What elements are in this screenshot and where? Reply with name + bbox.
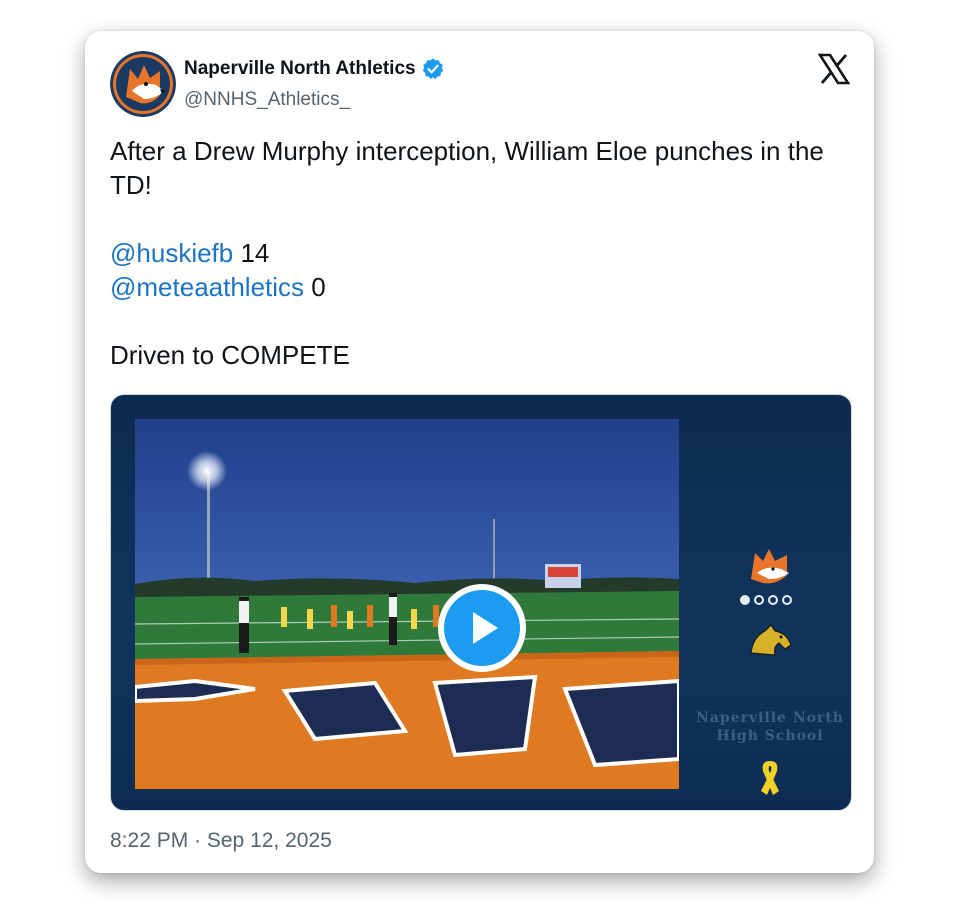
tweet-text: After a Drew Murphy interception, Willia…: [110, 134, 855, 372]
play-button[interactable]: [438, 584, 526, 672]
author-handle[interactable]: @NNHS_Athletics_: [184, 89, 350, 111]
dot-icon: [768, 595, 778, 605]
video-media[interactable]: Naperville North High School: [110, 394, 852, 811]
carousel-dots: [740, 595, 792, 605]
dot-icon: [740, 595, 750, 605]
video-frame[interactable]: [135, 419, 679, 789]
dot-icon: [754, 595, 764, 605]
author-name-row: Naperville North Athletics: [184, 57, 445, 81]
overlay-text-line: High School: [716, 728, 824, 744]
tweet-timestamp[interactable]: 8:22 PM · Sep 12, 2025: [110, 829, 332, 853]
football-field-image: [135, 419, 679, 789]
mention-link[interactable]: @meteaathletics: [110, 272, 304, 302]
avatar[interactable]: [110, 51, 176, 117]
score-value: 14: [233, 238, 270, 268]
tweet-card: Naperville North Athletics @NNHS_Athleti…: [85, 31, 874, 873]
tweet-closing: Driven to COMPETE: [110, 340, 350, 370]
dot-icon: [782, 595, 792, 605]
husky-logo-icon: [751, 549, 789, 584]
x-logo-icon[interactable]: [818, 53, 850, 85]
husky-mascot-icon: [110, 51, 176, 117]
verified-badge-icon: [422, 58, 443, 80]
tweet-line: After a Drew Murphy interception, Willia…: [110, 136, 824, 200]
display-name[interactable]: Naperville North Athletics: [184, 58, 416, 80]
score-value: 0: [304, 272, 326, 302]
overlay-text-line: Naperville North: [696, 710, 844, 726]
score-line-2: @meteaathletics 0: [110, 270, 855, 304]
overlay-school-text: Naperville North High School: [685, 709, 851, 745]
yellow-ribbon-icon: [761, 761, 779, 795]
play-icon: [444, 590, 520, 666]
score-line-1: @huskiefb 14: [110, 236, 855, 270]
mustang-logo-icon: [750, 624, 792, 656]
mention-link[interactable]: @huskiefb: [110, 238, 233, 268]
